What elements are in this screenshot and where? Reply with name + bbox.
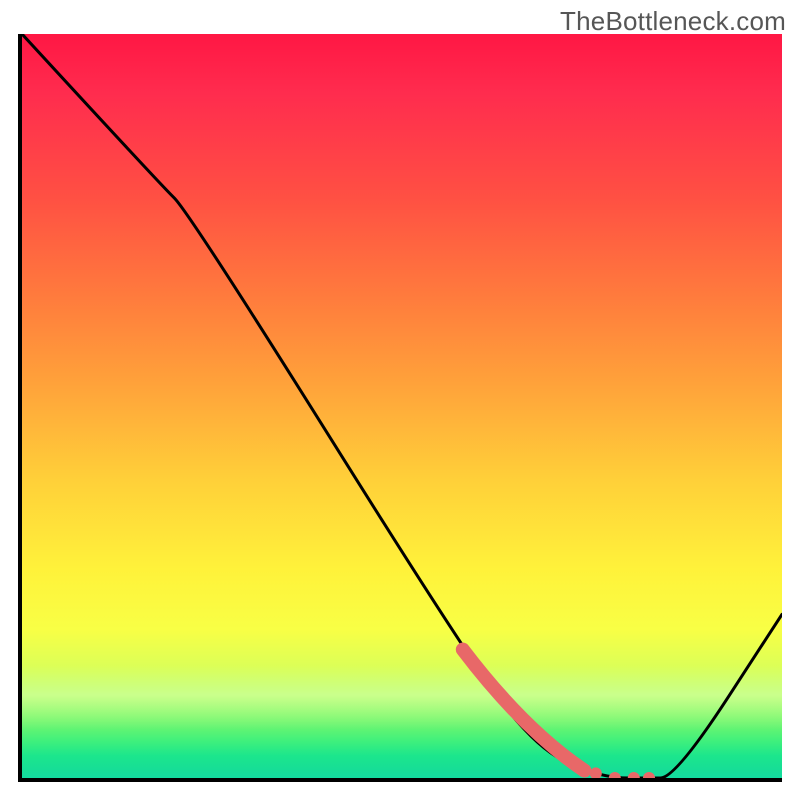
bottleneck-curve <box>22 34 782 778</box>
highlight-dot <box>609 772 621 778</box>
watermark-text: TheBottleneck.com <box>560 6 786 37</box>
highlight-segment <box>463 650 585 771</box>
curve-svg <box>22 34 782 778</box>
chart-frame: TheBottleneck.com <box>0 0 800 800</box>
highlight-dot <box>628 772 640 778</box>
highlight-dot <box>643 772 655 778</box>
highlight-dot <box>590 767 602 778</box>
plot-area <box>18 34 782 782</box>
